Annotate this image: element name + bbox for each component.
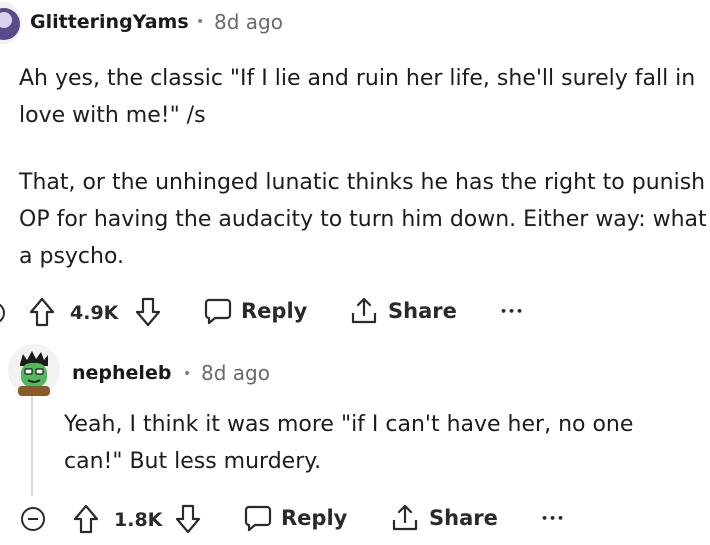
reply-button[interactable]: Reply bbox=[203, 296, 307, 326]
downvote-icon bbox=[135, 297, 161, 327]
share-button[interactable]: Share bbox=[348, 296, 457, 326]
separator-dot: • bbox=[183, 366, 192, 382]
username[interactable]: GlitteringYams bbox=[30, 11, 189, 33]
share-button[interactable]: Share bbox=[389, 503, 498, 533]
collapse-button[interactable] bbox=[20, 506, 46, 532]
more-options-button[interactable]: ••• bbox=[500, 305, 524, 318]
upvote-icon bbox=[29, 297, 55, 327]
share-icon bbox=[351, 297, 377, 324]
share-label: Share bbox=[388, 299, 457, 323]
comment-paragraph: Ah yes, the classic "If I lie and ruin h… bbox=[19, 66, 696, 128]
downvote-button[interactable] bbox=[134, 296, 162, 328]
comment-bubble-icon bbox=[244, 505, 272, 532]
thread-line[interactable] bbox=[31, 396, 33, 496]
reply-label: Reply bbox=[241, 299, 308, 323]
separator-dot: • bbox=[196, 14, 205, 30]
upvote-button[interactable] bbox=[28, 296, 56, 328]
reply-label: Reply bbox=[281, 506, 348, 530]
username[interactable]: nepheleb bbox=[72, 362, 171, 384]
comment-paragraph: Yeah, I think it was more "if I can't ha… bbox=[64, 412, 634, 474]
upvote-button[interactable] bbox=[72, 503, 100, 535]
share-label: Share bbox=[429, 506, 498, 530]
reply-button[interactable]: Reply bbox=[243, 503, 347, 533]
vote-count: 4.9K bbox=[70, 302, 119, 324]
timestamp[interactable]: 8d ago bbox=[214, 10, 283, 34]
comment-bubble-icon bbox=[204, 298, 232, 325]
downvote-button[interactable] bbox=[174, 503, 202, 535]
avatar[interactable] bbox=[6, 340, 62, 398]
collapse-button[interactable] bbox=[0, 300, 8, 326]
comment-paragraph: That, or the unhinged lunatic thinks he … bbox=[19, 170, 707, 269]
timestamp[interactable]: 8d ago bbox=[201, 361, 270, 385]
share-icon bbox=[392, 504, 418, 531]
avatar[interactable] bbox=[0, 2, 22, 44]
upvote-icon bbox=[73, 504, 99, 534]
downvote-icon bbox=[175, 504, 201, 534]
more-options-button[interactable]: ••• bbox=[541, 512, 565, 525]
collapse-icon bbox=[21, 507, 45, 531]
collapse-icon bbox=[0, 303, 5, 323]
vote-count: 1.8K bbox=[114, 509, 163, 531]
